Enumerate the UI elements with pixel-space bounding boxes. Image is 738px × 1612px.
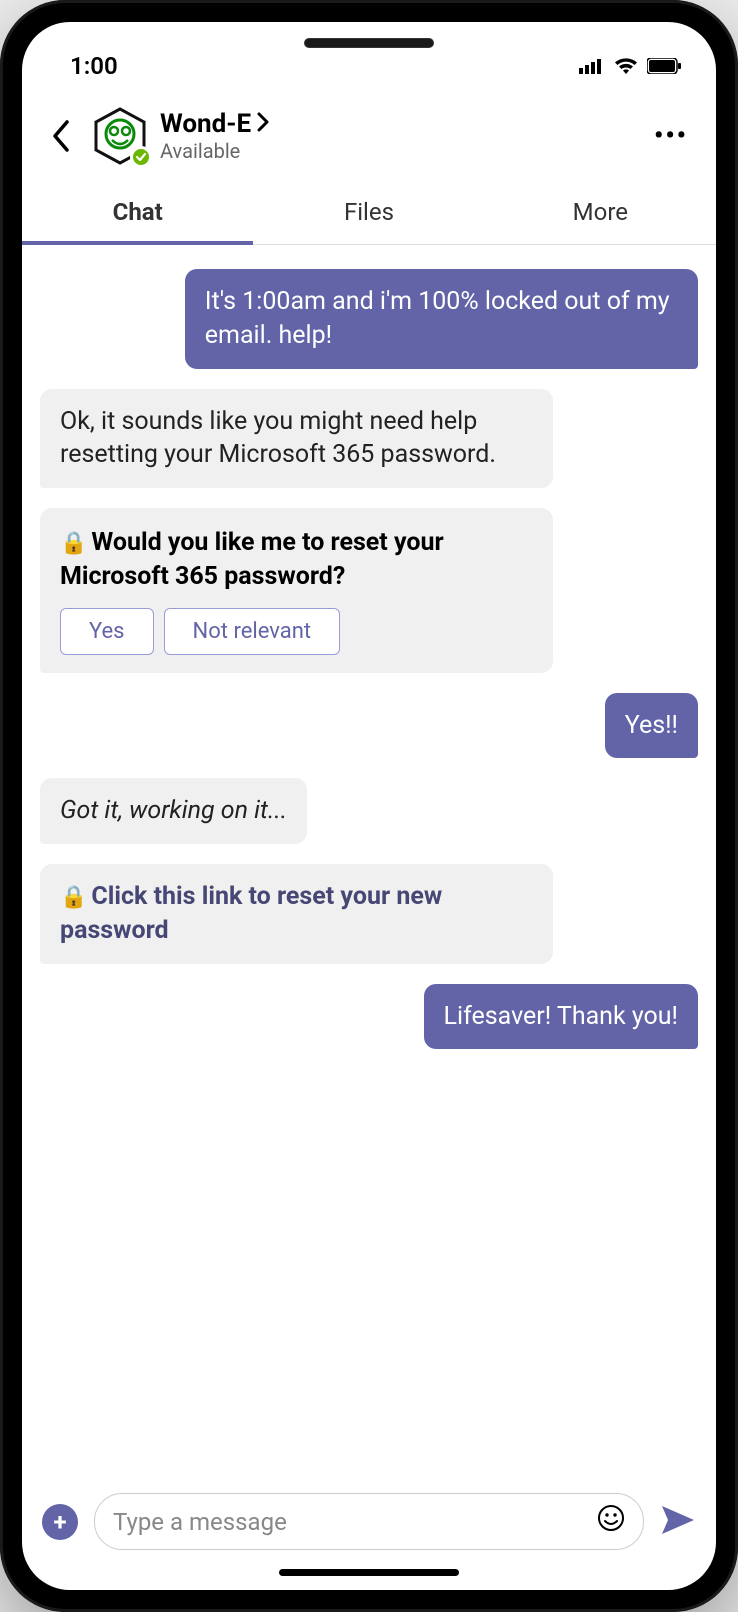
message-sent[interactable]: It's 1:00am and i'm 100% locked out of m… [185,269,698,369]
message-text: Got it, working on it... [60,796,287,825]
tab-bar: Chat Files More [22,180,716,245]
tab-chat[interactable]: Chat [22,180,253,244]
phone-frame: 1:00 [0,0,738,1612]
card-not-relevant-button[interactable]: Not relevant [164,608,341,655]
more-button[interactable]: ••• [654,121,698,151]
cellular-icon [579,52,605,80]
message-text: Ok, it sounds like you might need help r… [60,407,496,470]
wifi-icon [614,52,638,80]
adaptive-card[interactable]: 🔒Would you like me to reset your Microso… [40,508,553,673]
card-title: 🔒Would you like me to reset your Microso… [60,526,533,594]
message-text: It's 1:00am and i'm 100% locked out of m… [205,287,670,350]
plus-icon: + [53,1508,66,1536]
avatar[interactable] [90,106,150,166]
phone-speaker [304,38,434,48]
chevron-right-icon [257,109,269,139]
send-button[interactable] [660,1504,696,1540]
status-time: 1:00 [70,52,118,80]
message-sent[interactable]: Yes!! [605,693,698,759]
battery-icon [647,52,681,80]
status-icons [579,52,681,80]
message-text: Yes!! [625,711,678,740]
lock-icon: 🔒 [60,885,87,910]
emoji-button[interactable] [597,1504,625,1539]
chat-subtitle: Available [160,139,644,163]
card-actions: Yes Not relevant [60,608,533,655]
home-indicator[interactable] [279,1569,459,1576]
message-text: Lifesaver! Thank you! [444,1002,678,1031]
lock-icon: 🔒 [60,531,87,556]
tab-files[interactable]: Files [253,180,484,244]
tab-more[interactable]: More [485,180,716,244]
message-received[interactable]: Got it, working on it... [40,778,307,844]
header-titles[interactable]: Wond-E Available [160,109,644,163]
compose-input[interactable] [113,1508,597,1536]
message-received[interactable]: Ok, it sounds like you might need help r… [40,389,553,489]
compose-add-button[interactable]: + [42,1504,78,1540]
screen: 1:00 [22,22,716,1590]
status-bar: 1:00 [22,22,716,92]
back-button[interactable] [40,116,80,156]
chat-title: Wond-E [160,109,251,139]
reset-link[interactable]: Click this link to reset your new passwo… [60,882,442,945]
presence-available-icon [130,146,152,168]
message-sent[interactable]: Lifesaver! Thank you! [424,984,698,1050]
smiley-icon [597,1504,625,1532]
chat-messages[interactable]: It's 1:00am and i'm 100% locked out of m… [22,245,716,1477]
send-icon [660,1504,696,1536]
message-received-link[interactable]: 🔒Click this link to reset your new passw… [40,864,553,964]
chat-header: Wond-E Available ••• [22,92,716,180]
compose-input-wrap[interactable] [94,1493,644,1550]
card-yes-button[interactable]: Yes [60,608,154,655]
